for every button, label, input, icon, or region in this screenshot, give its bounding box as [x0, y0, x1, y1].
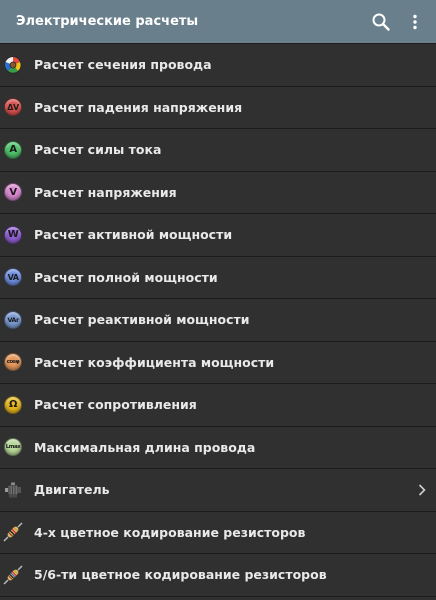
delta-v-icon: ΔV	[3, 97, 23, 117]
list-item-label: Расчет полной мощности	[34, 269, 218, 285]
var-icon: VAr	[3, 310, 23, 330]
app-bar: Электрические расчеты	[0, 0, 436, 44]
search-button[interactable]	[364, 0, 398, 44]
list-item-label: Расчет сечения провода	[34, 57, 212, 73]
motor-icon	[3, 480, 23, 500]
length-max-icon: Lmax	[3, 437, 23, 457]
list-item-label: Расчет напряжения	[34, 184, 177, 200]
app-title: Электрические расчеты	[16, 14, 199, 29]
list-item-label: 4-х цветное кодирование резисторов	[34, 524, 306, 540]
list-item-active-power[interactable]: W Расчет активной мощности	[0, 214, 436, 257]
length-max-glyph: Lmax	[4, 438, 22, 457]
volt-glyph: V	[4, 183, 22, 202]
var-glyph: VAr	[4, 310, 22, 329]
va-icon: VA	[3, 267, 23, 287]
list-item-label: Расчет активной мощности	[34, 227, 233, 243]
ohm-icon: Ω	[3, 395, 23, 415]
list-item-power-factor[interactable]: cosφ Расчет коэффициента мощности	[0, 342, 436, 384]
overflow-menu-button[interactable]	[398, 0, 432, 44]
list-item-max-wire-length[interactable]: Lmax Максимальная длина провода	[0, 427, 436, 469]
volt-icon: V	[3, 182, 23, 202]
list-item-resistor-5-6-band[interactable]: 5/6-ти цветное кодирование резисторов	[0, 554, 436, 597]
list-item-label: Расчет падения напряжения	[34, 99, 243, 115]
list-item-current[interactable]: A Расчет силы тока	[0, 129, 436, 172]
ampere-icon: A	[3, 140, 23, 160]
list-item-resistance[interactable]: Ω Расчет сопротивления	[0, 384, 436, 427]
ohm-glyph: Ω	[4, 395, 22, 414]
delta-v-glyph: ΔV	[4, 98, 22, 117]
ampere-glyph: A	[4, 140, 22, 159]
search-icon	[372, 13, 390, 31]
resistor-icon	[3, 565, 23, 585]
cos-phi-glyph: cosφ	[4, 353, 22, 372]
list-item-label: Расчет реактивной мощности	[34, 312, 250, 328]
list-item-label: Расчет силы тока	[34, 142, 162, 158]
calculations-list: Расчет сечения провода ΔV Расчет падения…	[0, 44, 436, 597]
list-item-resistor-4-band[interactable]: 4-х цветное кодирование резисторов	[0, 512, 436, 554]
list-item-motor[interactable]: Двигатель	[0, 469, 436, 512]
list-item-label: 5/6-ти цветное кодирование резисторов	[34, 567, 327, 583]
more-vert-icon	[413, 14, 417, 29]
list-item-label: Максимальная длина провода	[34, 439, 256, 455]
cos-phi-icon: cosφ	[3, 352, 23, 372]
resistor-icon	[3, 522, 23, 542]
list-item-reactive-power[interactable]: VAr Расчет реактивной мощности	[0, 299, 436, 342]
watt-icon: W	[3, 225, 23, 245]
list-item-label: Двигатель	[34, 482, 110, 498]
list-item-voltage-drop[interactable]: ΔV Расчет падения напряжения	[0, 87, 436, 129]
list-item-label: Расчет коэффициента мощности	[34, 354, 275, 370]
wire-section-icon	[3, 55, 23, 75]
list-item-wire-section[interactable]: Расчет сечения провода	[0, 44, 436, 87]
list-item-apparent-power[interactable]: VA Расчет полной мощности	[0, 257, 436, 299]
list-item-label: Расчет сопротивления	[34, 397, 197, 413]
chevron-right-icon	[408, 469, 436, 511]
list-item-voltage[interactable]: V Расчет напряжения	[0, 172, 436, 214]
watt-glyph: W	[4, 225, 22, 244]
va-glyph: VA	[4, 268, 22, 287]
